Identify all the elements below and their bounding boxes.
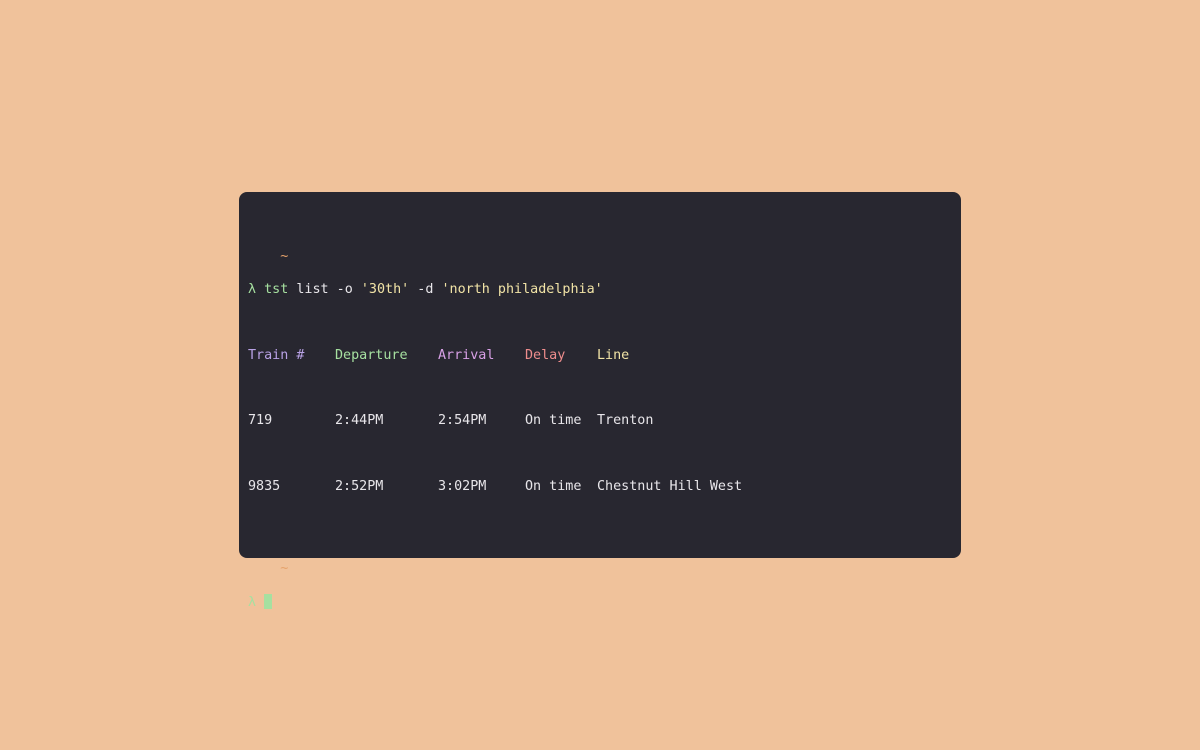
cell-line: Chestnut Hill West xyxy=(597,478,743,494)
cell-arrival: 3:02PM xyxy=(438,478,487,494)
table-row: 719 2:44PM 2:54PM On time Trenton xyxy=(248,413,952,429)
command-destination-string: 'north philadelphia' xyxy=(441,282,603,298)
cell-delay: On time xyxy=(525,478,582,494)
cwd-line-2: ~ xyxy=(248,544,952,576)
header-delay: Delay xyxy=(525,347,566,363)
cell-train: 9835 xyxy=(248,478,281,494)
cell-departure: 2:52PM xyxy=(335,478,384,494)
prompt-lambda-icon: λ xyxy=(248,594,257,610)
cwd-tilde: ~ xyxy=(280,249,289,265)
cell-delay: On time xyxy=(525,413,582,429)
header-train: Train # xyxy=(248,347,305,363)
command-name: tst xyxy=(264,282,289,298)
table-row: 9835 2:52PM 3:02PM On time Chestnut Hill… xyxy=(248,479,952,495)
cell-departure: 2:44PM xyxy=(335,413,384,429)
cell-line: Trenton xyxy=(597,413,654,429)
header-departure: Departure xyxy=(335,347,408,363)
header-arrival: Arrival xyxy=(438,347,495,363)
prompt-lambda-icon: λ xyxy=(248,282,257,298)
cell-train: 719 xyxy=(248,413,273,429)
cell-arrival: 2:54PM xyxy=(438,413,487,429)
text-cursor[interactable] xyxy=(264,593,273,609)
command-line: λ tst list -o '30th' -d 'north philadelp… xyxy=(248,282,952,298)
command-arg-1: list -o xyxy=(288,282,361,298)
command-origin-string: '30th' xyxy=(360,282,410,298)
command-arg-2: -d xyxy=(409,282,442,298)
terminal-window[interactable]: ~ λ tst list -o '30th' -d 'north philade… xyxy=(239,192,961,610)
cwd-tilde: ~ xyxy=(280,560,289,576)
table-header-row: Train # Departure Arrival Delay Line xyxy=(248,348,952,364)
cwd-line-1: ~ xyxy=(248,233,952,264)
header-line: Line xyxy=(597,347,630,363)
input-line[interactable]: λ xyxy=(248,593,952,610)
